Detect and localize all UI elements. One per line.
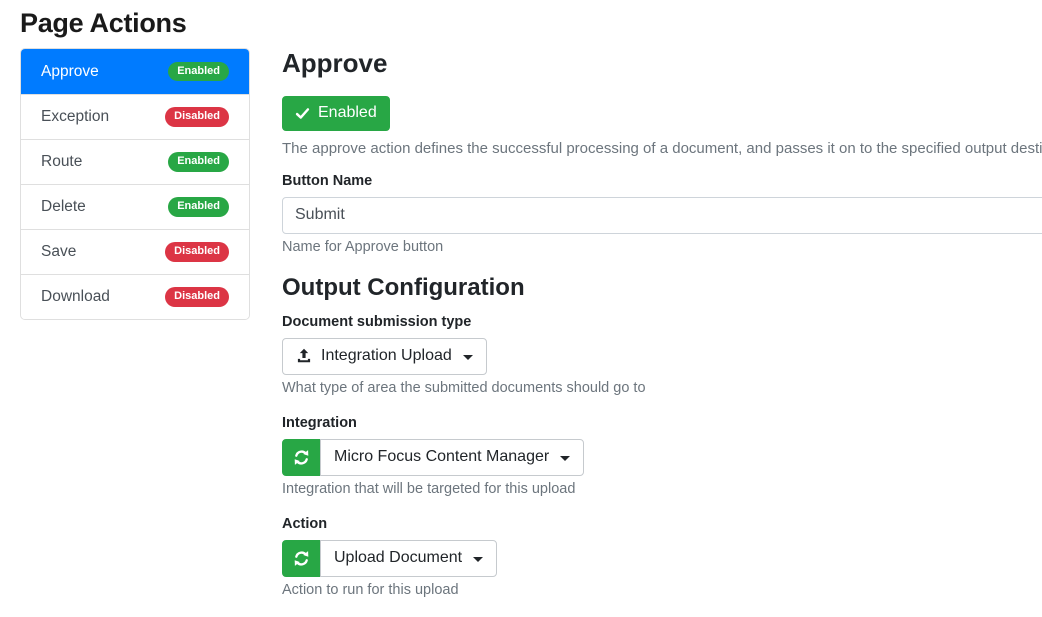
status-toggle-label: Enabled — [318, 103, 377, 124]
button-name-input[interactable] — [282, 197, 1042, 234]
sync-icon — [293, 550, 310, 567]
status-badge: Enabled — [168, 62, 229, 82]
action-value: Upload Document — [334, 549, 462, 567]
list-item-route[interactable]: Route Enabled — [21, 139, 249, 184]
button-name-label: Button Name — [282, 173, 1042, 189]
action-refresh-button[interactable] — [282, 540, 321, 577]
action-input-group: Upload Document — [282, 540, 497, 577]
list-item-delete[interactable]: Delete Enabled — [21, 184, 249, 229]
caret-down-icon — [473, 557, 483, 562]
status-toggle-button[interactable]: Enabled — [282, 96, 390, 131]
list-item-exception[interactable]: Exception Disabled — [21, 94, 249, 139]
action-list: Approve Enabled Exception Disabled Route… — [20, 48, 250, 320]
submission-type-help: What type of area the submitted document… — [282, 380, 1042, 396]
status-badge: Enabled — [168, 197, 229, 217]
check-icon — [295, 106, 310, 121]
submission-type-value: Integration Upload — [321, 347, 452, 365]
integration-refresh-button[interactable] — [282, 439, 321, 476]
integration-dropdown[interactable]: Micro Focus Content Manager — [320, 439, 584, 476]
action-description: The approve action defines the successfu… — [282, 140, 1042, 157]
sync-icon — [293, 449, 310, 466]
integration-input-group: Micro Focus Content Manager — [282, 439, 584, 476]
action-detail-panel: Approve Enabled The approve action defin… — [282, 48, 1042, 617]
status-badge: Disabled — [165, 242, 229, 262]
list-item-approve[interactable]: Approve Enabled — [21, 49, 249, 94]
list-item-label: Exception — [41, 108, 109, 126]
list-item-save[interactable]: Save Disabled — [21, 229, 249, 274]
list-item-label: Delete — [41, 198, 86, 216]
page-actions-page: Page Actions Approve Enabled Exception D… — [0, 0, 1042, 617]
action-help: Action to run for this upload — [282, 582, 1042, 598]
submission-type-label: Document submission type — [282, 314, 1042, 330]
button-name-help: Name for Approve button — [282, 239, 1042, 255]
list-item-label: Save — [41, 243, 76, 261]
page-title: Page Actions — [20, 8, 1042, 39]
status-badge: Enabled — [168, 152, 229, 172]
integration-value: Micro Focus Content Manager — [334, 448, 549, 466]
action-label: Action — [282, 516, 1042, 532]
list-item-label: Approve — [41, 63, 99, 81]
list-item-download[interactable]: Download Disabled — [21, 274, 249, 319]
caret-down-icon — [560, 456, 570, 461]
integration-label: Integration — [282, 415, 1042, 431]
submission-type-dropdown[interactable]: Integration Upload — [282, 338, 487, 375]
section-heading: Approve — [282, 48, 1042, 79]
list-item-label: Route — [41, 153, 82, 171]
status-badge: Disabled — [165, 287, 229, 307]
upload-icon — [296, 348, 312, 364]
output-configuration-heading: Output Configuration — [282, 274, 1042, 302]
status-badge: Disabled — [165, 107, 229, 127]
list-item-label: Download — [41, 288, 110, 306]
caret-down-icon — [463, 355, 473, 360]
integration-help: Integration that will be targeted for th… — [282, 481, 1042, 497]
action-dropdown[interactable]: Upload Document — [320, 540, 497, 577]
